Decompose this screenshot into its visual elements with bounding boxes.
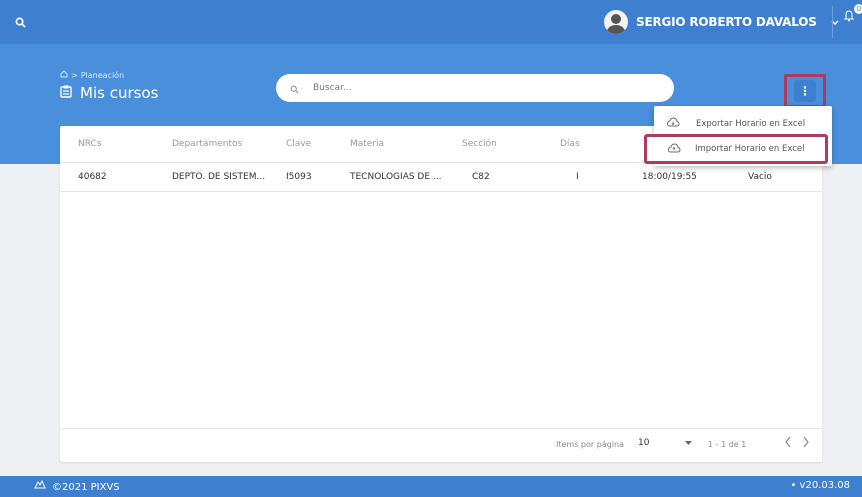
clipboard-icon bbox=[60, 84, 72, 102]
options-menu: Exportar Horario en Excel Importar Horar… bbox=[644, 106, 832, 166]
version-text: v20.03.08 bbox=[799, 480, 850, 491]
cell-horario: 18:00/19:55 bbox=[642, 171, 697, 182]
cell-departamento: DEPTO. DE SISTEM... bbox=[172, 171, 266, 182]
pagination-range: 1 - 1 de 1 bbox=[708, 440, 747, 449]
search-bar[interactable] bbox=[276, 74, 674, 102]
user-name: SERGIO ROBERTO DAVALOS bbox=[636, 15, 817, 29]
column-header-seccion[interactable]: Sección bbox=[462, 139, 497, 149]
notification-badge: 0 bbox=[854, 4, 862, 14]
menu-item-export[interactable]: Exportar Horario en Excel bbox=[654, 112, 832, 136]
footer-bar: ©2021 PIXVS • v20.03.08 bbox=[0, 476, 862, 497]
avatar bbox=[604, 10, 628, 34]
menu-item-export-label: Exportar Horario en Excel bbox=[696, 119, 806, 129]
previous-page-icon[interactable] bbox=[784, 436, 792, 450]
search-input[interactable] bbox=[311, 82, 615, 94]
cell-estado: Vacio bbox=[748, 171, 772, 182]
next-page-icon[interactable] bbox=[802, 436, 810, 450]
page-title: Mis cursos bbox=[60, 84, 158, 102]
search-icon bbox=[290, 79, 299, 98]
cloud-upload-icon bbox=[667, 143, 681, 156]
breadcrumb: > Planeación bbox=[60, 70, 124, 80]
breadcrumb-item-planeacion[interactable]: Planeación bbox=[81, 71, 124, 80]
items-per-page-label: Items por página bbox=[556, 440, 624, 449]
cell-seccion: C82 bbox=[472, 171, 490, 182]
column-header-dias[interactable]: Días bbox=[560, 139, 580, 149]
table-footer-divider bbox=[60, 428, 822, 429]
header-divider bbox=[832, 6, 833, 38]
cell-dias: I bbox=[576, 171, 579, 182]
cell-nrc: 40682 bbox=[78, 171, 107, 182]
column-header-clave[interactable]: Clave bbox=[286, 139, 311, 149]
bell-icon[interactable] bbox=[843, 10, 855, 26]
search-icon[interactable] bbox=[8, 10, 32, 34]
version-dot-icon: • bbox=[790, 480, 797, 491]
cell-materia: TECNOLOGIAS DE ... bbox=[350, 171, 442, 182]
more-vertical-icon: ⋮ bbox=[794, 80, 816, 102]
page-title-text: Mis cursos bbox=[80, 84, 159, 102]
footer-copyright: ©2021 PIXVS bbox=[34, 479, 120, 494]
column-header-materia[interactable]: Materia bbox=[350, 139, 384, 149]
home-icon[interactable] bbox=[60, 70, 68, 80]
menu-item-import-label: Importar Horario en Excel bbox=[695, 144, 805, 154]
column-header-nrc[interactable]: NRCs bbox=[78, 139, 102, 149]
more-options-button[interactable]: ⋮ bbox=[784, 74, 826, 108]
user-menu[interactable]: SERGIO ROBERTO DAVALOS bbox=[604, 8, 839, 36]
version-label: • v20.03.08 bbox=[790, 480, 850, 491]
table-row[interactable]: 40682 DEPTO. DE SISTEM... I5093 TECNOLOG… bbox=[60, 162, 822, 192]
cell-clave: I5093 bbox=[286, 171, 312, 182]
items-per-page-select[interactable]: 10 bbox=[638, 438, 692, 449]
caret-down-icon bbox=[685, 438, 692, 449]
menu-item-import[interactable]: Importar Horario en Excel bbox=[644, 134, 828, 164]
copyright-text: ©2021 PIXVS bbox=[52, 481, 120, 493]
courses-table: NRCs Departamentos Clave Materia Sección… bbox=[60, 126, 822, 462]
top-bar: SERGIO ROBERTO DAVALOS 0 bbox=[0, 0, 862, 44]
breadcrumb-separator: > bbox=[71, 70, 78, 80]
cloud-download-icon bbox=[666, 117, 680, 130]
items-per-page-value: 10 bbox=[638, 438, 650, 448]
logo-icon bbox=[34, 479, 46, 494]
column-header-departamentos[interactable]: Departamentos bbox=[172, 139, 242, 149]
